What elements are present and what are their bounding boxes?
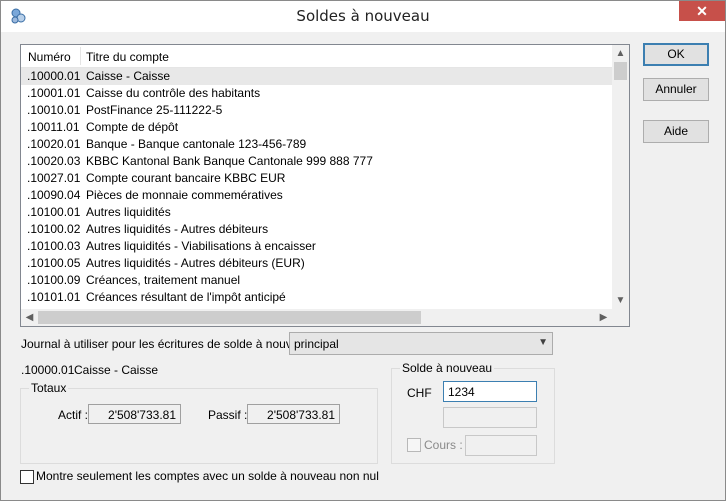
column-header-number[interactable]: Numéro [28,50,71,64]
chevron-down-icon: ▼ [538,337,548,348]
account-title: Compte de dépôt [86,120,179,134]
scroll-right-arrow-icon[interactable]: ▶ [595,309,612,326]
scroll-up-arrow-icon[interactable]: ▲ [612,45,629,62]
currency-label: CHF [407,386,432,400]
title-bar: Soldes à nouveau ✕ [1,1,725,32]
table-row[interactable]: .10100.05 Autres liquidités - Autres débi… [21,255,612,272]
rate-checkbox[interactable] [407,438,421,452]
table-row[interactable]: .10100.03 Autres liquidités - Viabilisati… [21,238,612,255]
account-title: Créances résultant de l'impôt anticipé [86,290,286,304]
table-row[interactable]: .10100.02 Autres liquidités - Autres débi… [21,221,612,238]
nonzero-filter-label[interactable]: Montre seulement les comptes avec un sol… [36,469,379,483]
balance-input[interactable]: 1234 [443,381,537,402]
passif-label: Passif : [208,408,248,422]
account-number: .10020.03 [27,154,81,168]
dialog-client-area: Numéro Titre du compte .10000.01 Caisse -… [1,32,725,500]
account-title: Créances, traitement manuel [86,273,241,287]
account-number: .10090.04 [27,188,81,202]
account-title: Caisse - Caisse [86,69,171,83]
actif-field: 2'508'733.81 [88,404,181,424]
cancel-button[interactable]: Annuler [643,78,709,101]
journal-select[interactable]: principal ▼ [289,332,553,355]
ok-button[interactable]: OK [643,43,709,66]
table-row[interactable]: .10020.01 Banque - Banque cantonale 123-4… [21,136,612,153]
scroll-down-arrow-icon[interactable]: ▼ [612,292,629,309]
close-button[interactable]: ✕ [679,1,725,21]
table-row[interactable]: .10100.01 Autres liquidités [21,204,612,221]
accounts-list[interactable]: Numéro Titre du compte .10000.01 Caisse -… [20,44,630,327]
account-number: .10100.02 [27,222,81,236]
passif-field: 2'508'733.81 [247,404,340,424]
account-title: Autres liquidités - Viabilisations à enc… [86,239,316,253]
account-number: .10100.09 [27,273,81,287]
table-row[interactable]: .10100.09 Créances, traitement manuel [21,272,612,289]
nonzero-filter-checkbox[interactable] [20,470,34,484]
account-title: Compte courant bancaire KBBC EUR [86,171,286,185]
account-number: .10027.01 [27,171,81,185]
table-row[interactable]: .10090.04 Pièces de monnaie commemérative… [21,187,612,204]
account-number: .10101.01 [27,290,81,304]
table-row[interactable]: .10020.03 KBBC Kantonal Bank Banque Canto… [21,153,612,170]
balance-group-label: Solde à nouveau [400,361,495,375]
close-icon: ✕ [696,3,708,19]
account-title: Autres liquidités - Autres débiteurs (EU… [86,256,305,270]
horizontal-scrollbar[interactable]: ◀ ▶ [21,309,612,326]
account-title: Banque - Banque cantonale 123-456-789 [86,137,307,151]
account-title: Autres liquidités [86,205,171,219]
selected-account-name: Caisse - Caisse [74,363,159,377]
account-number: .10011.01 [27,120,80,134]
window-title: Soldes à nouveau [296,7,430,25]
selected-account-number: .10000.01 [21,363,75,377]
account-number: .10010.01 [27,103,81,117]
vertical-scrollbar[interactable]: ▲ ▼ [612,45,629,309]
account-number: .10100.05 [27,256,81,270]
list-header: Numéro Titre du compte [21,45,612,68]
journal-selected-value: principal [294,337,339,351]
balance-secondary-field [443,407,537,428]
account-number: .10100.01 [27,205,81,219]
account-title: Pièces de monnaie commemératives [86,188,283,202]
scrollbar-corner [612,309,629,326]
help-button[interactable]: Aide [643,120,709,143]
account-title: KBBC Kantonal Bank Banque Cantonale 999 … [86,154,373,168]
totals-group-label: Totaux [29,381,69,395]
account-title: PostFinance 25-111222-5 [86,103,223,117]
rate-field [465,435,537,456]
account-title: Caisse du contrôle des habitants [86,86,261,100]
list-rows: .10000.01 Caisse - Caisse .10001.01 Caisse … [21,68,612,310]
rate-label: Cours : [424,438,463,452]
account-number: .10000.01 [27,69,81,83]
vertical-scroll-thumb[interactable] [614,62,627,80]
actif-label: Actif : [58,408,89,422]
table-row[interactable]: .10000.01 Caisse - Caisse [21,68,612,85]
horizontal-scroll-thumb[interactable] [38,311,421,324]
balance-group: Solde à nouveau CHF 1234 Cours : [391,361,555,464]
table-row[interactable]: .10001.01 Caisse du contrôle des habitant… [21,85,612,102]
column-separator[interactable] [80,47,81,65]
table-row[interactable]: .10011.01 Compte de dépôt [21,119,612,136]
table-row[interactable]: .10027.01 Compte courant bancaire KBBC EU… [21,170,612,187]
account-title: Autres liquidités - Autres débiteurs [86,222,269,236]
table-row[interactable]: .10010.01 PostFinance 25-111222-5 [21,102,612,119]
account-number: .10020.01 [27,137,81,151]
dialog-window: Soldes à nouveau ✕ Numéro Titre du compt… [0,0,726,501]
account-number: .10001.01 [27,86,81,100]
column-header-title[interactable]: Titre du compte [86,50,169,64]
account-number: .10100.03 [27,239,81,253]
table-row[interactable]: .10101.01 Créances résultant de l'impôt a… [21,289,612,306]
totals-group: Totaux Actif : 2'508'733.81 Passif : 2'5… [20,381,378,464]
journal-label: Journal à utiliser pour les écritures de… [21,337,319,351]
scroll-left-arrow-icon[interactable]: ◀ [21,309,38,326]
